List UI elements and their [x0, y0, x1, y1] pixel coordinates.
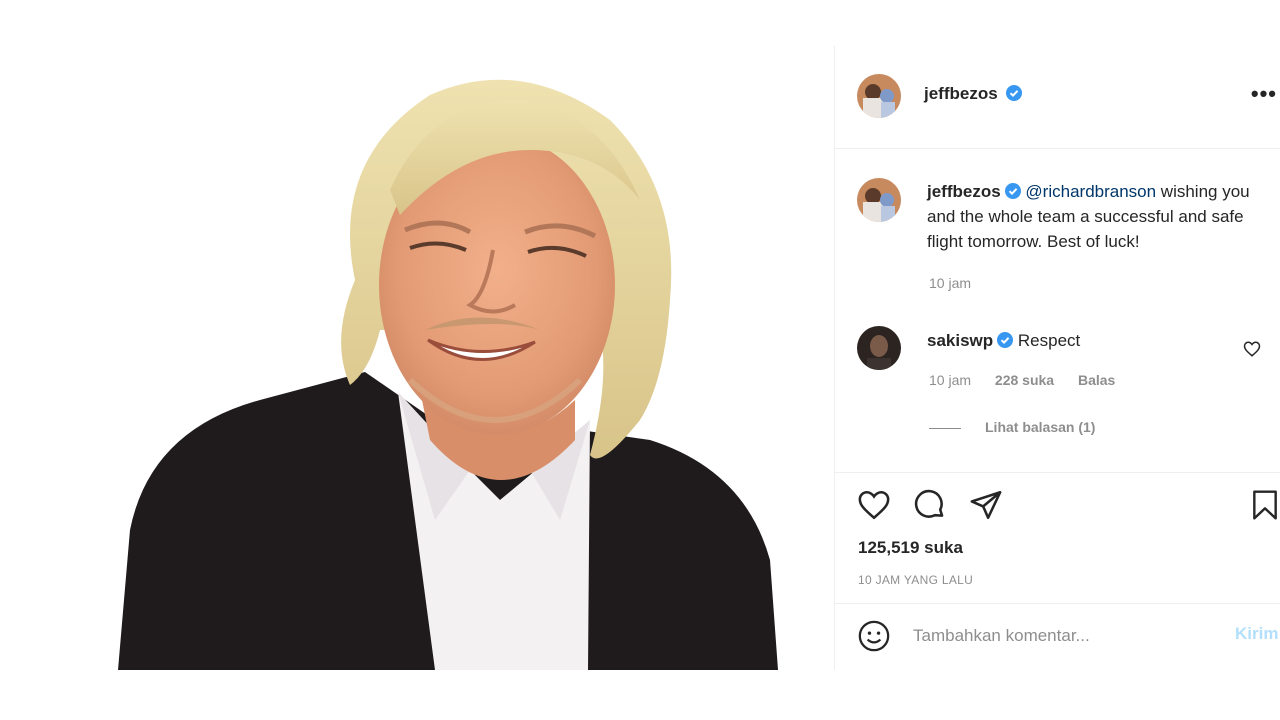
author-username[interactable]: jeffbezos	[924, 84, 998, 103]
heart-icon[interactable]	[857, 488, 891, 522]
comment-input[interactable]	[913, 624, 1213, 648]
post-header: jeffbezos •••	[835, 46, 1280, 149]
likes-count[interactable]: 125,519 suka	[858, 538, 963, 558]
avatar-image	[857, 178, 901, 222]
avatar-image	[857, 326, 901, 370]
comment-avatar[interactable]	[857, 326, 901, 370]
caption-username[interactable]: jeffbezos	[927, 182, 1001, 201]
paper-plane-icon[interactable]	[969, 488, 1003, 522]
view-replies-button[interactable]: Lihat balasan (1)	[929, 419, 1095, 435]
more-options-icon[interactable]: •••	[1251, 83, 1277, 105]
comment-icon[interactable]	[913, 488, 947, 522]
verified-badge-icon	[997, 332, 1014, 348]
caption-time[interactable]: 10 jam	[929, 275, 971, 291]
bookmark-icon[interactable]	[1249, 488, 1280, 522]
comment-username[interactable]: sakiswp	[927, 331, 993, 350]
avatar-image	[857, 74, 901, 118]
reply-divider	[929, 427, 961, 429]
comment-like-heart-icon[interactable]	[1243, 340, 1261, 358]
post-image	[0, 0, 834, 720]
post-caption: jeffbezos @richardbranson wishing you an…	[927, 179, 1272, 254]
reply-button[interactable]: Balas	[1078, 372, 1115, 388]
author-avatar[interactable]	[857, 74, 901, 118]
post-photo[interactable]	[0, 0, 834, 720]
add-comment-bar: Kirim	[835, 602, 1280, 670]
post-timestamp: 10 JAM YANG LALU	[858, 573, 974, 587]
caption-avatar[interactable]	[857, 178, 901, 222]
comment-meta: 10 jam 228 suka Balas	[929, 372, 1115, 388]
comment-body: sakiswp Respect	[927, 328, 1080, 353]
verified-badge-icon	[1004, 183, 1021, 199]
emoji-icon[interactable]	[857, 619, 891, 653]
comment-likes[interactable]: 228 suka	[995, 372, 1054, 388]
comment-text: Respect	[1017, 331, 1081, 350]
post-comment-button[interactable]: Kirim	[1235, 624, 1278, 644]
post-sidebar: jeffbezos ••• jeffbezos @richardbranson …	[834, 46, 1280, 670]
mention-link[interactable]: @richardbranson	[1025, 182, 1156, 201]
comment-time[interactable]: 10 jam	[929, 372, 971, 388]
view-replies-label: Lihat balasan (1)	[985, 419, 1096, 435]
verified-badge-icon	[1006, 85, 1023, 101]
